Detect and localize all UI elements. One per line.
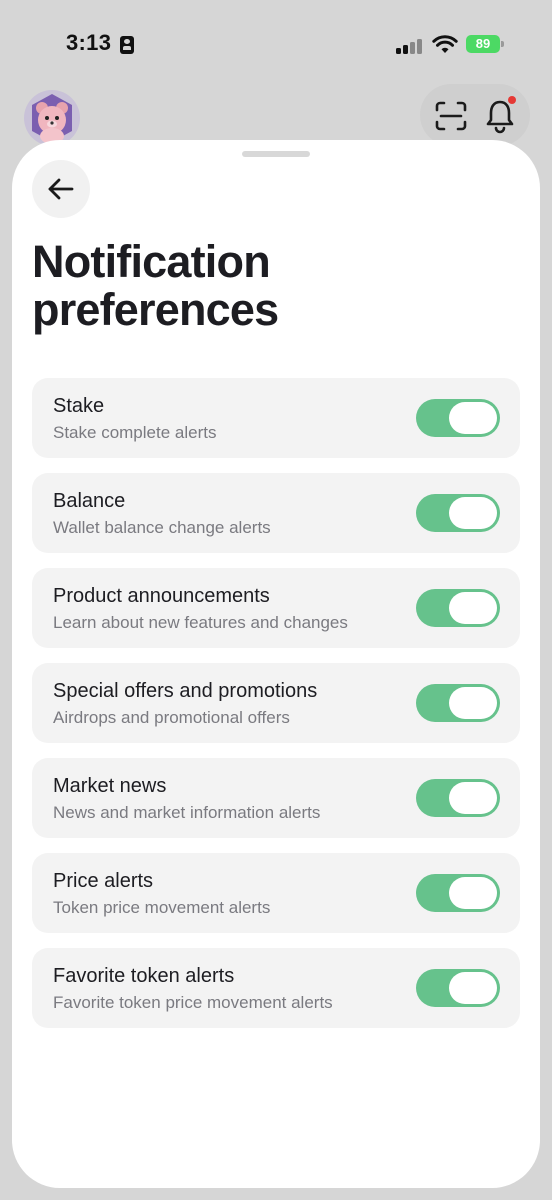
pref-item-product-announcements: Product announcements Learn about new fe…	[32, 568, 520, 648]
pref-title: Stake	[53, 395, 105, 417]
pref-description: Token price movement alerts	[53, 898, 271, 917]
pref-title: Favorite token alerts	[53, 965, 235, 987]
wifi-icon	[432, 35, 458, 53]
pref-title: Balance	[53, 490, 126, 512]
pref-item-price-alerts: Price alerts Token price movement alerts	[32, 853, 520, 933]
pref-item-stake: Stake Stake complete alerts	[32, 378, 520, 458]
pref-description: Wallet balance change alerts	[53, 518, 271, 537]
status-bar: 3:13 89	[0, 0, 552, 90]
preferences-list: Stake Stake complete alerts Balance Wall…	[32, 378, 520, 1043]
product-announcements-toggle[interactable]	[416, 589, 500, 627]
bear-avatar-icon	[32, 94, 72, 144]
toggle-knob	[449, 782, 497, 814]
arrow-left-icon	[48, 178, 74, 200]
toggle-knob	[449, 972, 497, 1004]
battery-charging-icon: 89	[466, 35, 500, 53]
scan-icon[interactable]	[434, 100, 468, 132]
pref-item-market-news: Market news News and market information …	[32, 758, 520, 838]
pref-item-balance: Balance Wallet balance change alerts	[32, 473, 520, 553]
toggle-knob	[449, 877, 497, 909]
battery-level: 89	[475, 36, 491, 51]
pref-item-special-offers: Special offers and promotions Airdrops a…	[32, 663, 520, 743]
avatar[interactable]	[24, 90, 80, 146]
sheet-grabber[interactable]	[242, 151, 310, 157]
favorite-token-alerts-toggle[interactable]	[416, 969, 500, 1007]
pref-title: Market news	[53, 775, 167, 797]
pref-description: Airdrops and promotional offers	[53, 708, 290, 727]
stake-toggle[interactable]	[416, 399, 500, 437]
notification-dot	[508, 96, 516, 104]
price-alerts-toggle[interactable]	[416, 874, 500, 912]
screen: 3:13 89 Notification preferences Stake S…	[0, 0, 552, 1200]
pref-description: Stake complete alerts	[53, 423, 217, 442]
notification-preferences-sheet: Notification preferences Stake Stake com…	[12, 140, 540, 1188]
pref-description: News and market information alerts	[53, 803, 321, 822]
signal-icon	[396, 38, 424, 54]
special-offers-toggle[interactable]	[416, 684, 500, 722]
pref-title: Special offers and promotions	[53, 680, 318, 702]
toggle-knob	[449, 402, 497, 434]
pref-item-favorite-token-alerts: Favorite token alerts Favorite token pri…	[32, 948, 520, 1028]
back-button[interactable]	[32, 160, 90, 218]
id-badge-icon	[120, 36, 134, 54]
status-time: 3:13	[66, 30, 112, 55]
pref-title: Price alerts	[53, 870, 154, 892]
toggle-knob	[449, 592, 497, 624]
pref-description: Learn about new features and changes	[53, 613, 348, 632]
toggle-knob	[449, 497, 497, 529]
market-news-toggle[interactable]	[416, 779, 500, 817]
toggle-knob	[449, 687, 497, 719]
page-title: Notification preferences	[32, 236, 279, 335]
pref-description: Favorite token price movement alerts	[53, 993, 333, 1012]
pref-title: Product announcements	[53, 585, 270, 607]
balance-toggle[interactable]	[416, 494, 500, 532]
battery-tip	[501, 41, 504, 47]
